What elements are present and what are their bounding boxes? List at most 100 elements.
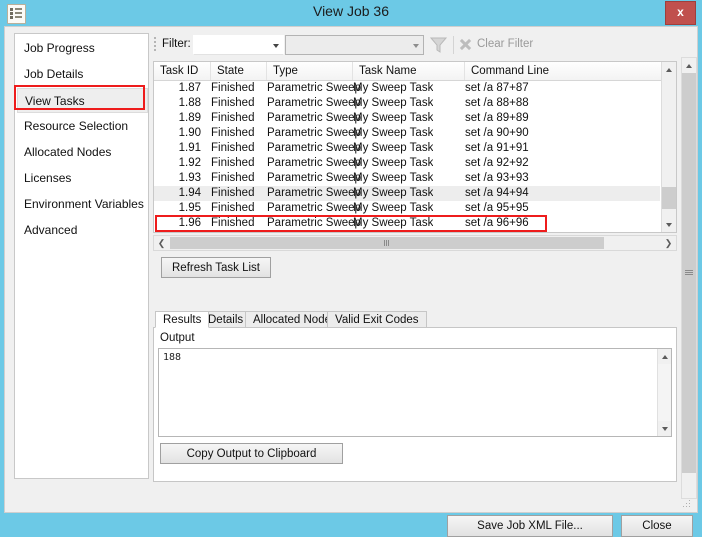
cell-type: Parametric Sweep <box>267 112 361 124</box>
view-job-window: View Job 36 x Job Progress Job Details V… <box>0 0 702 537</box>
cell-type: Parametric Sweep <box>267 97 361 109</box>
cell-type: Parametric Sweep <box>267 217 361 229</box>
cell-task-name: My Sweep Task <box>353 112 434 124</box>
cell-command-line: set /a 88+88 <box>465 97 529 109</box>
cell-command-line: set /a 93+93 <box>465 172 529 184</box>
cell-state: Finished <box>211 187 255 199</box>
scroll-up-icon[interactable] <box>658 349 671 364</box>
table-row[interactable]: 1.90 Finished Parametric Sweep My Sweep … <box>154 126 660 141</box>
sidebar-item-resource-selection[interactable]: Resource Selection <box>17 114 148 139</box>
cell-task-id: 1.91 <box>178 142 201 154</box>
table-row[interactable]: 1.95 Finished Parametric Sweep My Sweep … <box>154 201 660 216</box>
clear-filter-button[interactable]: Clear Filter <box>477 38 533 50</box>
scroll-down-icon[interactable] <box>658 421 671 436</box>
table-row[interactable]: 1.91 Finished Parametric Sweep My Sweep … <box>154 141 660 156</box>
table-row[interactable]: 1.88 Finished Parametric Sweep My Sweep … <box>154 96 660 111</box>
cell-type: Parametric Sweep <box>267 82 361 94</box>
close-icon[interactable]: x <box>665 1 696 25</box>
funnel-icon[interactable] <box>430 36 447 54</box>
close-button[interactable]: Close <box>621 515 693 537</box>
cell-state: Finished <box>211 112 255 124</box>
column-header-task-id[interactable]: Task ID <box>154 62 211 80</box>
cell-command-line: set /a 96+96 <box>465 217 529 229</box>
output-vertical-scrollbar[interactable] <box>657 349 671 436</box>
task-grid-horizontal-scrollbar[interactable]: ❮ ❯ <box>153 235 677 251</box>
table-row[interactable]: 1.92 Finished Parametric Sweep My Sweep … <box>154 156 660 171</box>
scroll-right-icon[interactable]: ❯ <box>661 236 676 250</box>
tab-results[interactable]: Results <box>155 311 210 328</box>
column-header-task-name[interactable]: Task Name <box>353 62 465 80</box>
output-textarea[interactable]: 188 <box>158 348 672 437</box>
cell-command-line: set /a 92+92 <box>465 157 529 169</box>
sidebar-item-job-details[interactable]: Job Details <box>17 62 148 87</box>
cell-task-name: My Sweep Task <box>353 127 434 139</box>
chevron-down-icon <box>273 44 279 48</box>
task-grid-vertical-scrollbar[interactable] <box>661 62 676 232</box>
sidebar-item-licenses[interactable]: Licenses <box>17 166 148 191</box>
sidebar-item-allocated-nodes[interactable]: Allocated Nodes <box>17 140 148 165</box>
thumb-grip-icon <box>685 270 693 276</box>
resize-grip-icon[interactable] <box>683 500 691 508</box>
cell-type: Parametric Sweep <box>267 172 361 184</box>
cell-task-name: My Sweep Task <box>353 202 434 214</box>
tab-valid-exit-codes[interactable]: Valid Exit Codes <box>327 311 427 328</box>
table-row[interactable]: 1.89 Finished Parametric Sweep My Sweep … <box>154 111 660 126</box>
thumb-grip-icon <box>384 240 390 246</box>
table-row[interactable]: 1.87 Finished Parametric Sweep My Sweep … <box>154 81 660 96</box>
cell-type: Parametric Sweep <box>267 187 361 199</box>
cell-task-id: 1.87 <box>178 82 201 94</box>
table-row[interactable]: 1.93 Finished Parametric Sweep My Sweep … <box>154 171 660 186</box>
task-grid-scroll-thumb[interactable] <box>662 187 676 209</box>
cell-command-line: set /a 94+94 <box>465 187 529 199</box>
page-scroll-thumb[interactable] <box>682 73 696 473</box>
task-grid[interactable]: Task ID State Type Task Name Command Lin… <box>153 61 677 233</box>
sidebar-item-advanced[interactable]: Advanced <box>17 218 148 243</box>
table-row[interactable]: 1.96 Finished Parametric Sweep My Sweep … <box>154 216 660 231</box>
column-header-type[interactable]: Type <box>267 62 353 80</box>
clear-filter-x-icon[interactable] <box>459 38 472 51</box>
cell-type: Parametric Sweep <box>267 127 361 139</box>
cell-task-name: My Sweep Task <box>353 97 434 109</box>
scroll-down-icon[interactable] <box>662 217 676 232</box>
cell-task-id: 1.96 <box>178 217 201 229</box>
chevron-down-icon <box>413 44 419 48</box>
scroll-up-icon[interactable] <box>662 62 676 77</box>
cell-type: Parametric Sweep <box>267 202 361 214</box>
cell-state: Finished <box>211 82 255 94</box>
scroll-left-icon[interactable]: ❮ <box>154 236 169 250</box>
cell-state: Finished <box>211 172 255 184</box>
save-job-xml-button[interactable]: Save Job XML File... <box>447 515 613 537</box>
cell-type: Parametric Sweep <box>267 142 361 154</box>
cell-task-name: My Sweep Task <box>353 82 434 94</box>
refresh-task-list-button[interactable]: Refresh Task List <box>161 257 271 278</box>
cell-state: Finished <box>211 97 255 109</box>
task-grid-rows: 1.87 Finished Parametric Sweep My Sweep … <box>154 81 660 231</box>
sidebar-item-view-tasks[interactable]: View Tasks <box>17 88 148 113</box>
scroll-up-icon[interactable] <box>682 58 696 73</box>
sidebar-item-environment-variables[interactable]: Environment Variables <box>17 192 148 217</box>
toolbar-grip-icon <box>154 37 158 55</box>
cell-task-name: My Sweep Task <box>353 157 434 169</box>
table-row-selected[interactable]: 1.94 Finished Parametric Sweep My Sweep … <box>154 186 660 201</box>
filter-label: Filter: <box>162 38 191 50</box>
column-header-state[interactable]: State <box>211 62 267 80</box>
copy-output-to-clipboard-button[interactable]: Copy Output to Clipboard <box>160 443 343 464</box>
cell-state: Finished <box>211 202 255 214</box>
page-vertical-scrollbar[interactable] <box>681 57 697 499</box>
column-header-command-line[interactable]: Command Line <box>465 62 661 80</box>
toolbar-separator <box>453 36 454 54</box>
cell-command-line: set /a 91+91 <box>465 142 529 154</box>
cell-task-name: My Sweep Task <box>353 172 434 184</box>
cell-task-id: 1.92 <box>178 157 201 169</box>
filter-field-combo[interactable] <box>193 35 284 55</box>
horizontal-scroll-thumb[interactable] <box>170 237 604 249</box>
cell-command-line: set /a 95+95 <box>465 202 529 214</box>
window-title: View Job 36 <box>312 3 389 19</box>
results-tab-panel: Output 188 Copy Output to Clipboard <box>153 327 677 482</box>
sidebar-item-job-progress[interactable]: Job Progress <box>17 36 148 61</box>
cell-task-id: 1.90 <box>178 127 201 139</box>
title-bar: View Job 36 x <box>0 0 702 26</box>
output-label: Output <box>160 332 195 344</box>
filter-value-combo[interactable] <box>285 35 424 55</box>
cell-command-line: set /a 89+89 <box>465 112 529 124</box>
